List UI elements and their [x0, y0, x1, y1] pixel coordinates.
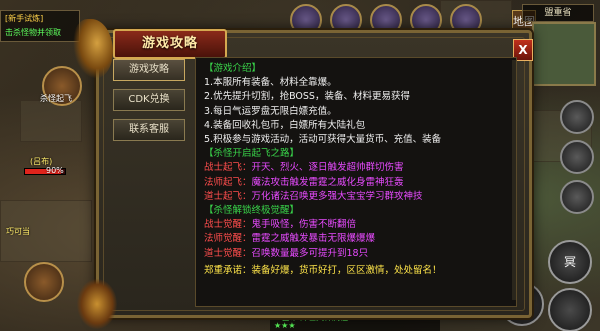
dialog-menu: 游戏攻略 CDK兑换 联系客服 [113, 59, 185, 149]
intro-line: 5.积极参与游戏活动，活动可获得大量货币、充值、装备 [204, 134, 442, 146]
awaken-line: 法师觉醒：雷霆之威触发暴击无限爆爆爆 [204, 232, 508, 246]
character-name-2: 巧可当 [6, 227, 30, 236]
path-line: 道士起飞：万化诸法召唤更多强大宝宝学习群攻神技 [204, 190, 508, 204]
character-hp-text: 90% [46, 166, 64, 175]
class-desc: 召唤数量最多可提升到18只 [251, 247, 369, 259]
menu-item-guide[interactable]: 游戏攻略 [113, 59, 185, 81]
menu-item-cdk[interactable]: CDK兑换 [113, 89, 185, 111]
intro-line: 1.本服所有装备、材料全靠爆。 [204, 77, 337, 89]
path-line: 法师起飞：魔法攻击触发雷霆之威化身雷神狂轰 [204, 176, 508, 190]
bottom-stars: ★★★ [274, 321, 296, 330]
class-label: 战士觉醒： [204, 219, 252, 231]
quest-text: 击杀怪物并领取 [5, 28, 61, 37]
right-menu-icon[interactable] [560, 100, 594, 134]
class-desc: 魔法攻击触发雷霆之威化身雷神狂轰 [251, 176, 404, 188]
quest-title: [新手试炼] [5, 14, 44, 23]
promise-label: 郑重承诺： [204, 264, 252, 276]
promise-text: 装备好爆，货币好打，区区激情，处处留名！ [251, 264, 442, 276]
dialog-title: 游戏攻略 [113, 29, 227, 59]
character-portrait[interactable] [24, 262, 64, 302]
promise-line: 郑重承诺：装备好爆，货币好打，区区激情，处处留名！ [204, 264, 508, 278]
map-name: 盟重省 [522, 4, 594, 22]
class-label: 战士起飞： [204, 162, 252, 174]
quest-tracker[interactable]: [新手试炼] 击杀怪物并领取 [0, 10, 80, 42]
game-guide-dialog: 游戏攻略 X 游戏攻略 CDK兑换 联系客服 【游戏介绍】 1.本服所有装备、材… [73, 19, 533, 329]
class-label: 法师起飞： [204, 176, 252, 188]
skill-button[interactable] [548, 288, 592, 331]
path-header: 【杀怪开启起飞之路】 [204, 148, 300, 160]
intro-line: 3.每日气运罗盘无限白嫖充值。 [204, 105, 337, 117]
class-desc: 鬼手吸怪，伤害不断翻倍 [251, 219, 357, 231]
path-line: 战士起飞：开天、烈火、逐日触发超帅群切伤害 [204, 161, 508, 175]
class-label: 道士觉醒： [204, 247, 252, 259]
intro-line: 4.装备回收礼包币，白嫖所有大陆礼包 [204, 119, 366, 131]
skill-button[interactable]: 冥 [548, 240, 592, 284]
class-desc: 万化诸法召唤更多强大宝宝学习群攻神技 [251, 190, 423, 202]
menu-item-support[interactable]: 联系客服 [113, 119, 185, 141]
dragon-ornament-icon [77, 279, 117, 329]
awaken-line: 道士觉醒：召唤数量最多可提升到18只 [204, 247, 508, 261]
guide-content[interactable]: 【游戏介绍】 1.本服所有装备、材料全靠爆。 2.优先提升切割，抢BOSS，装备… [195, 57, 517, 307]
ground-tile [20, 100, 82, 142]
class-label: 道士起飞： [204, 190, 252, 202]
class-desc: 开天、烈火、逐日触发超帅群切伤害 [251, 162, 404, 174]
class-label: 法师觉醒： [204, 233, 252, 245]
right-menu-icon[interactable] [560, 180, 594, 214]
awaken-line: 战士觉醒：鬼手吸怪，伤害不断翻倍 [204, 218, 508, 232]
content-scrollbar[interactable] [512, 60, 516, 300]
intro-header: 【游戏介绍】 [204, 63, 262, 74]
awaken-header: 【杀怪解锁终极觉醒】 [204, 205, 300, 217]
minimap[interactable] [532, 22, 596, 86]
class-desc: 雷霆之威触发暴击无限爆爆爆 [251, 233, 376, 245]
intro-line: 2.优先提升切割，抢BOSS，装备、材料更易获得 [204, 91, 410, 103]
right-menu-icon[interactable] [560, 140, 594, 174]
kill-fly-label: 杀怪起飞 [40, 94, 72, 103]
